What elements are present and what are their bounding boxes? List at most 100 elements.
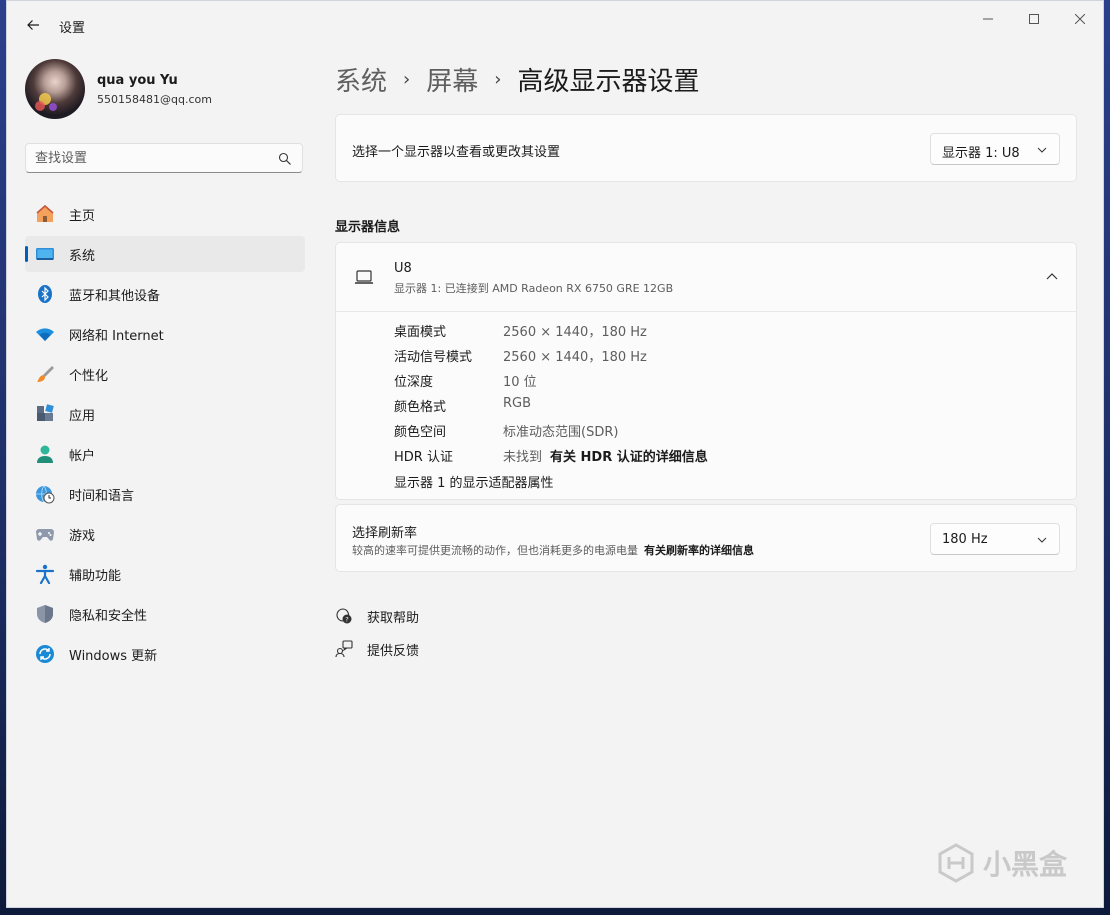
- breadcrumb-item-display[interactable]: 屏幕: [426, 61, 478, 98]
- property-value: 标准动态范围(SDR): [503, 425, 619, 440]
- property-value: 2560 × 1440，180 Hz: [503, 325, 647, 340]
- gamepad-icon: [36, 529, 54, 541]
- search-input[interactable]: [35, 149, 265, 167]
- sidebar-item-label: 辅助功能: [69, 568, 122, 584]
- sidebar-item-accounts[interactable]: 帐户: [25, 436, 305, 472]
- account-icon: [37, 445, 53, 463]
- property-key: 位深度: [394, 375, 434, 390]
- property-value: RGB: [503, 396, 532, 411]
- sidebar-item-label: 帐户: [69, 448, 96, 464]
- close-button[interactable]: [1057, 5, 1103, 33]
- breadcrumb-item-system[interactable]: 系统: [335, 61, 387, 98]
- accessibility-icon: [35, 564, 55, 584]
- feedback-label: 提供反馈: [367, 643, 420, 659]
- maximize-icon: [1029, 14, 1039, 24]
- minimize-button[interactable]: [965, 5, 1011, 33]
- maximize-button[interactable]: [1011, 5, 1057, 33]
- breadcrumb-separator: ›: [403, 68, 411, 90]
- property-value: 未找到 有关 HDR 认证的详细信息: [503, 446, 708, 465]
- sidebar-item-label: 游戏: [69, 528, 96, 544]
- sidebar-item-privacy[interactable]: 隐私和安全性: [25, 596, 305, 632]
- refresh-rate-card: 选择刷新率 较高的速率可提供更流畅的动作，但也消耗更多的电源电量 有关刷新率的详细…: [335, 504, 1077, 572]
- monitor-name: U8: [394, 261, 412, 276]
- sidebar-item-label: 网络和 Internet: [69, 328, 164, 344]
- sidebar-item-personalization[interactable]: 个性化: [25, 356, 305, 392]
- avatar[interactable]: [25, 59, 85, 119]
- refresh-rate-desc-text: 较高的速率可提供更流畅的动作，但也消耗更多的电源电量: [352, 544, 638, 557]
- back-button[interactable]: [21, 13, 45, 37]
- display-info-header[interactable]: U8 显示器 1: 已连接到 AMD Radeon RX 6750 GRE 12…: [336, 243, 1076, 312]
- sidebar-item-label: 系统: [69, 248, 96, 264]
- wifi-icon: [36, 328, 54, 341]
- settings-window: 设置 qua you Yu 550158481@qq.com 主页 系统 蓝牙和…: [6, 0, 1104, 908]
- close-icon: [1075, 14, 1085, 24]
- search-box[interactable]: [25, 143, 303, 173]
- heybox-logo-icon: [938, 843, 974, 883]
- property-value: 10 位: [503, 375, 537, 390]
- hdr-info-link[interactable]: 有关 HDR 认证的详细信息: [550, 450, 708, 465]
- apps-icon: [37, 404, 54, 421]
- refresh-rate-dropdown[interactable]: 180 Hz: [930, 523, 1060, 555]
- breadcrumb: 系统 › 屏幕 › 高级显示器设置: [335, 59, 699, 99]
- watermark-text: 小黑盒: [982, 848, 1067, 881]
- property-key: 桌面模式: [394, 325, 447, 340]
- chevron-up-icon: [1046, 273, 1058, 280]
- sidebar-item-label: 主页: [69, 208, 96, 224]
- minimize-icon: [983, 18, 993, 20]
- sidebar-item-label: 个性化: [69, 368, 109, 384]
- property-value: 2560 × 1440，180 Hz: [503, 350, 647, 365]
- user-email: 550158481@qq.com: [97, 93, 212, 106]
- display-dropdown[interactable]: 显示器 1: U8: [930, 133, 1060, 165]
- monitor-description: 显示器 1: 已连接到 AMD Radeon RX 6750 GRE 12GB: [394, 282, 674, 295]
- feedback-link[interactable]: 提供反馈: [335, 638, 419, 660]
- watermark: 小黑盒: [937, 843, 1067, 883]
- search-icon[interactable]: [278, 152, 292, 166]
- update-icon: [36, 645, 54, 663]
- sidebar-item-accessibility[interactable]: 辅助功能: [25, 556, 305, 592]
- system-icon: [36, 248, 54, 260]
- sidebar-item-label: Windows 更新: [69, 648, 158, 664]
- app-title: 设置: [59, 21, 86, 36]
- svg-text:?: ?: [345, 616, 348, 624]
- home-icon: [36, 204, 54, 222]
- laptop-icon: [355, 270, 373, 284]
- back-arrow-icon: [27, 20, 39, 30]
- collapse-button[interactable]: [1040, 265, 1064, 289]
- help-icon: ?: [336, 608, 352, 624]
- sidebar-item-system[interactable]: 系统: [25, 236, 305, 272]
- sidebar-item-label: 隐私和安全性: [69, 608, 148, 624]
- sidebar-item-bluetooth[interactable]: 蓝牙和其他设备: [25, 276, 305, 312]
- property-key: HDR 认证: [394, 450, 453, 465]
- section-title-display-info: 显示器信息: [335, 220, 401, 235]
- sidebar-item-gaming[interactable]: 游戏: [25, 516, 305, 552]
- title-bar: 设置: [7, 1, 1103, 49]
- display-select-card: 选择一个显示器以查看或更改其设置 显示器 1: U8: [335, 114, 1077, 182]
- chevron-down-icon: [1037, 147, 1047, 153]
- sidebar-item-label: 时间和语言: [69, 488, 135, 504]
- refresh-rate-value: 180 Hz: [942, 532, 988, 547]
- chevron-down-icon: [1037, 537, 1047, 543]
- refresh-rate-info-link[interactable]: 有关刷新率的详细信息: [644, 544, 754, 557]
- hdr-status: 未找到: [503, 450, 543, 465]
- sidebar-item-time-language[interactable]: 时间和语言: [25, 476, 305, 512]
- globe-clock-icon: [36, 485, 55, 504]
- refresh-rate-title: 选择刷新率: [352, 526, 418, 541]
- sidebar-nav: 主页 系统 蓝牙和其他设备 网络和 Internet 个性化 应用 帐户 时间和…: [25, 196, 305, 676]
- user-name: qua you Yu: [97, 73, 178, 88]
- display-dropdown-value: 显示器 1: U8: [942, 146, 1020, 161]
- brush-icon: [37, 366, 54, 382]
- sidebar-item-home[interactable]: 主页: [25, 196, 305, 232]
- breadcrumb-separator: ›: [494, 68, 502, 90]
- adapter-properties-link[interactable]: 显示器 1 的显示适配器属性: [394, 472, 554, 491]
- refresh-rate-description: 较高的速率可提供更流畅的动作，但也消耗更多的电源电量 有关刷新率的详细信息: [352, 542, 754, 558]
- get-help-link[interactable]: ? 获取帮助: [335, 605, 419, 627]
- shield-icon: [37, 605, 53, 623]
- display-select-label: 选择一个显示器以查看或更改其设置: [352, 145, 561, 160]
- bluetooth-icon: [38, 285, 52, 303]
- property-key: 活动信号模式: [394, 350, 473, 365]
- sidebar-item-network[interactable]: 网络和 Internet: [25, 316, 305, 352]
- sidebar-item-label: 蓝牙和其他设备: [69, 288, 161, 304]
- sidebar-item-windows-update[interactable]: Windows 更新: [25, 636, 305, 672]
- sidebar-item-label: 应用: [69, 408, 96, 424]
- sidebar-item-apps[interactable]: 应用: [25, 396, 305, 432]
